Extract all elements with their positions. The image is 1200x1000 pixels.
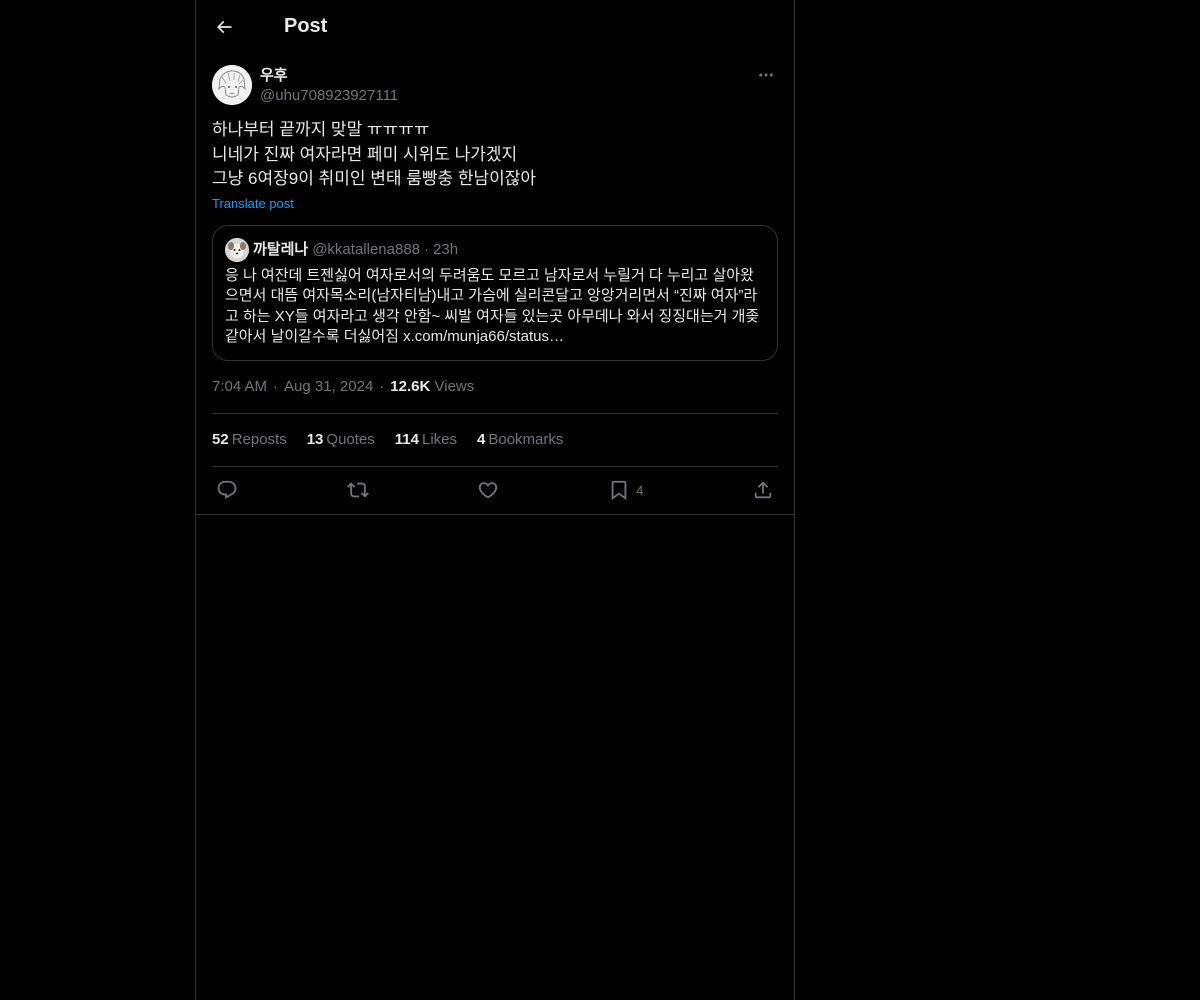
avatar[interactable] — [212, 65, 252, 105]
stat-reposts[interactable]: 52 Reposts — [212, 431, 287, 448]
stat-bookmarks[interactable]: 4 Bookmarks — [477, 431, 563, 448]
views-count: 12.6K — [390, 377, 431, 395]
post-body-line: 하나부터 끝까지 맞말 ㅠㅠㅠㅠ — [212, 120, 430, 139]
reply-icon — [217, 480, 237, 499]
post-time[interactable]: 7:04 AM — [212, 378, 267, 395]
separator-dot: · — [273, 377, 279, 395]
post-body-line: 니네가 진짜 여자라면 페미 시위도 나가겠지 — [212, 144, 518, 164]
more-options-button[interactable] — [754, 65, 778, 85]
quoted-display-name: 까탈레나 — [253, 240, 309, 258]
action-bar: 4 — [212, 467, 778, 514]
stat-count: 13 — [306, 431, 324, 448]
quoted-avatar — [225, 237, 249, 262]
page-title: Post — [284, 15, 328, 37]
back-button[interactable] — [212, 15, 236, 39]
heart-icon — [479, 482, 498, 499]
post: 우후 @uhu708923927111 하나부터 끝까지 맞말 ㅠㅠㅠㅠ 니네가… — [196, 53, 794, 515]
quoted-time: 23h — [433, 240, 459, 258]
share-button[interactable] — [752, 479, 774, 501]
author-handle[interactable]: @uhu708923927111 — [260, 86, 398, 106]
post-body-line: 그냥 6여장9이 취미인 변태 룸빵충 한남이잖아 — [212, 169, 537, 188]
author-meta: 우후 @uhu708923927111 — [260, 66, 398, 106]
stat-label: Reposts — [231, 431, 287, 448]
quoted-post-text: 응 나 여잔데 트젠싫어 여자로서의 두려움도 모르고 남자로서 누릴거 다 누… — [225, 266, 760, 346]
engagement-stats: 52 Reposts 13 Quotes 114 Likes 4 Bookmarks — [212, 414, 778, 467]
like-button[interactable] — [477, 479, 499, 501]
repost-button[interactable] — [346, 479, 369, 501]
avatar-image — [212, 65, 252, 105]
stat-label: Quotes — [326, 431, 375, 448]
stat-count: 4 — [477, 431, 486, 448]
post-bottom-divider — [196, 513, 794, 515]
main-column: Post 우후 @uhu708923927111 하나부터 끝까지 맞말 ㅠㅠㅠ… — [195, 0, 795, 1000]
quoted-avatar-image — [225, 237, 249, 262]
quoted-handle: @kkatallena888 — [312, 240, 421, 258]
bookmark-icon — [611, 480, 627, 501]
stat-count: 52 — [212, 431, 229, 448]
separator-dot: · — [424, 240, 430, 258]
post-date[interactable]: Aug 31, 2024 — [284, 378, 373, 395]
views-label: Views — [434, 377, 475, 395]
share-icon — [754, 481, 772, 499]
author-row: 우후 @uhu708923927111 — [212, 65, 778, 106]
quoted-post[interactable]: 까탈레나 @kkatallena888 · 23h 응 나 여잔데 트젠싫어 여… — [212, 224, 778, 361]
bookmark-count: 4 — [636, 482, 644, 498]
stat-quotes[interactable]: 13 Quotes — [307, 431, 375, 448]
separator-dot: · — [379, 377, 385, 395]
author-display-name[interactable]: 우후 — [260, 66, 398, 86]
more-horizontal-icon — [759, 73, 773, 77]
bookmark-button[interactable]: 4 — [608, 479, 643, 501]
quoted-post-header: 까탈레나 @kkatallena888 · 23h — [225, 237, 765, 262]
stat-count: 114 — [394, 431, 419, 448]
top-bar: Post — [196, 0, 794, 53]
arrow-left-icon — [216, 20, 232, 33]
reply-button[interactable] — [216, 479, 238, 501]
stat-likes[interactable]: 114 Likes — [395, 431, 457, 448]
post-meta: 7:04 AM · Aug 31, 2024 · 12.6K Views — [212, 377, 778, 414]
repost-icon — [346, 482, 369, 498]
stat-label: Likes — [421, 431, 458, 448]
translate-post-link[interactable]: Translate post — [212, 196, 294, 211]
stat-label: Bookmarks — [488, 431, 564, 448]
post-body: 하나부터 끝까지 맞말 ㅠㅠㅠㅠ 니네가 진짜 여자라면 페미 시위도 나가겠지… — [212, 118, 778, 192]
